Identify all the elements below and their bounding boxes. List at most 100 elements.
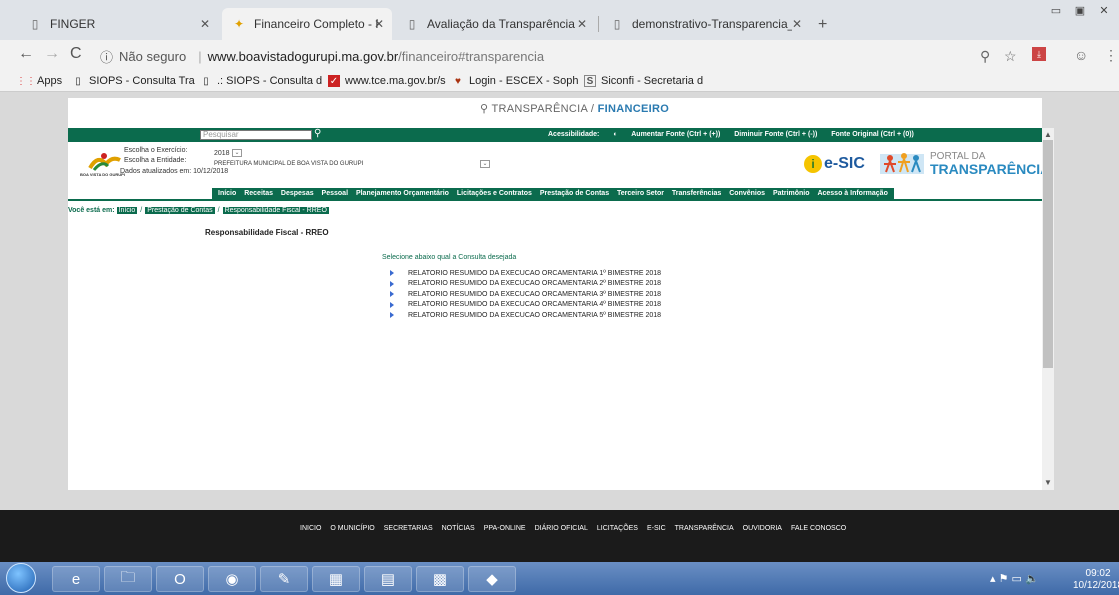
menu-item-patrimonio[interactable]: Patrimônio [773, 190, 810, 197]
footer-link-ppa[interactable]: PPA-ONLINE [484, 525, 526, 532]
list-item[interactable]: RELATORIO RESUMIDO DA EXECUCAO ORCAMENTA… [390, 268, 661, 279]
app-icon[interactable]: ◆ [468, 566, 516, 592]
report-link[interactable]: RELATORIO RESUMIDO DA EXECUCAO ORCAMENTA… [408, 270, 661, 277]
breadcrumb-item-prestacao[interactable]: Prestação de Contas [145, 207, 215, 214]
bookmark-apps[interactable]: ⋮⋮ Apps [16, 75, 62, 87]
accessibility-label: Acessibilidade: [548, 131, 600, 138]
list-item[interactable]: RELATORIO RESUMIDO DA EXECUCAO ORCAMENTA… [390, 300, 661, 311]
forward-arrow-icon[interactable]: → [44, 45, 60, 63]
folder-icon[interactable]: 🗀 [104, 566, 152, 592]
browser-tab-demonstrativo[interactable]: ▯ demonstrativo-Transparencia_Ex ✕ [600, 8, 810, 40]
bookmark-siops-1[interactable]: ▯ SIOPS - Consulta Tra [72, 75, 195, 87]
excel-icon[interactable]: ▦ [312, 566, 360, 592]
browser-tab-financeiro[interactable]: ✦ Financeiro Completo - Portal da ✕ [222, 8, 392, 40]
report-link[interactable]: RELATORIO RESUMIDO DA EXECUCAO ORCAMENTA… [408, 312, 661, 319]
scrollbar-thumb[interactable] [1043, 140, 1053, 368]
footer-link-fale-conosco[interactable]: FALE CONOSCO [791, 525, 846, 532]
breadcrumb-divider: / [140, 207, 143, 214]
menu-item-licitacoes[interactable]: Licitações e Contratos [457, 190, 532, 197]
menu-item-prestacao[interactable]: Prestação de Contas [540, 190, 609, 197]
close-icon[interactable]: ✕ [792, 17, 802, 31]
reload-icon[interactable]: C [70, 45, 82, 63]
menu-item-despesas[interactable]: Despesas [281, 190, 314, 197]
report-link[interactable]: RELATORIO RESUMIDO DA EXECUCAO ORCAMENTA… [408, 301, 661, 308]
breadcrumb-item-inicio[interactable]: Início [116, 207, 138, 214]
bookmark-tce[interactable]: ✓ www.tce.ma.gov.br/s [328, 75, 446, 87]
footer-link-licitacoes[interactable]: LICITAÇÕES [597, 525, 638, 532]
close-window-icon[interactable]: ✕ [1093, 0, 1115, 20]
back-arrow-icon[interactable]: ← [18, 45, 34, 63]
outlook-icon[interactable]: O [156, 566, 204, 592]
esic-logo[interactable]: i e-SIC [804, 155, 865, 173]
close-icon[interactable]: ✕ [577, 17, 587, 31]
calculator-icon[interactable]: ▩ [416, 566, 464, 592]
increase-font-link[interactable]: Aumentar Fonte (Ctrl + (+)) [631, 131, 720, 138]
bookmark-siconfi[interactable]: S Siconfi - Secretaria d [584, 75, 703, 87]
close-icon[interactable]: ✕ [374, 17, 384, 31]
network-icon[interactable]: ▭ [1012, 573, 1022, 585]
url-field[interactable]: ⓘ Não seguro | www.boavistadogurupi.ma.g… [100, 46, 920, 66]
word-icon[interactable]: ▤ [364, 566, 412, 592]
menu-item-planejamento[interactable]: Planejamento Orçamentário [356, 190, 449, 197]
breadcrumb-label: Você está em: [68, 207, 115, 214]
menu-item-transferencias[interactable]: Transferências [672, 190, 721, 197]
top-search-link[interactable]: ⚲ TRANSPARÊNCIA / FINANCEIRO [480, 102, 669, 115]
footer-link-inicio[interactable]: INICIO [300, 525, 321, 532]
footer-link-transparencia[interactable]: TRANSPARÊNCIA [675, 525, 734, 532]
breadcrumb-item-rreo[interactable]: Responsabilidade Fiscal - RREO [222, 207, 329, 214]
browser-tab-avaliacao[interactable]: ▯ Avaliação da Transparência dos ✕ [395, 8, 595, 40]
decrease-font-link[interactable]: Diminuir Fonte (Ctrl + (-)) [734, 131, 817, 138]
volume-icon[interactable]: 🔈 [1025, 573, 1039, 585]
close-icon[interactable]: ✕ [200, 17, 210, 31]
footer-link-diario[interactable]: DIÁRIO OFICIAL [535, 525, 588, 532]
menu-dots-icon[interactable]: ⋮ [1104, 47, 1118, 64]
paint-icon[interactable]: ✎ [260, 566, 308, 592]
extension-icon[interactable]: ☺ [1074, 47, 1088, 63]
flag-icon[interactable]: ⚑ [999, 573, 1009, 585]
tce-icon: ✓ [328, 75, 340, 87]
new-tab-button[interactable]: + [818, 16, 827, 34]
star-icon[interactable]: ☆ [1004, 48, 1017, 65]
bookmark-siops-2[interactable]: ▯ .: SIOPS - Consulta d [200, 75, 322, 87]
footer-link-esic[interactable]: E-SIC [647, 525, 666, 532]
chevron-up-icon[interactable]: ▴ [990, 573, 996, 585]
report-link[interactable]: RELATORIO RESUMIDO DA EXECUCAO ORCAMENTA… [408, 280, 661, 287]
browser-tab-finger[interactable]: ▯ FINGER ✕ [18, 8, 218, 40]
exercicio-dropdown[interactable]: ⌄ [232, 149, 242, 157]
list-item[interactable]: RELATORIO RESUMIDO DA EXECUCAO ORCAMENTA… [390, 289, 661, 300]
menu-item-terceiro-setor[interactable]: Terceiro Setor [617, 190, 664, 197]
arrow-right-icon [390, 270, 394, 277]
menu-item-inicio[interactable]: Início [218, 190, 236, 197]
entidade-dropdown[interactable]: ⌄ [480, 160, 490, 168]
breadcrumb-divider: / [217, 207, 220, 214]
site-search-input[interactable]: Pesquisar [200, 130, 312, 140]
original-font-link[interactable]: Fonte Original (Ctrl + (0)) [831, 131, 914, 138]
zoom-icon[interactable]: ⚲ [980, 48, 990, 65]
contrast-icon[interactable]: ◐ [613, 131, 617, 138]
site-search-icon[interactable]: ⚲ [314, 128, 321, 139]
maximize-icon[interactable]: ▣ [1069, 0, 1091, 20]
list-item[interactable]: RELATORIO RESUMIDO DA EXECUCAO ORCAMENTA… [390, 310, 661, 321]
report-link[interactable]: RELATORIO RESUMIDO DA EXECUCAO ORCAMENTA… [408, 291, 661, 298]
chrome-icon[interactable]: ◉ [208, 566, 256, 592]
scroll-up-icon[interactable]: ▲ [1044, 130, 1052, 139]
bookmark-escex[interactable]: ♥ Login - ESCEX - Soph [452, 75, 578, 87]
footer-link-municipio[interactable]: O MUNICÍPIO [330, 525, 374, 532]
menu-item-acesso[interactable]: Acesso à Informação [817, 190, 887, 197]
clock[interactable]: 09:02 10/12/2018 [1073, 568, 1119, 592]
menu-item-pessoal[interactable]: Pessoal [322, 190, 348, 197]
start-button[interactable] [6, 563, 36, 593]
extension-pdf-icon[interactable]: ⤓ [1032, 47, 1046, 61]
scroll-down-icon[interactable]: ▼ [1044, 478, 1052, 487]
info-icon[interactable]: ⓘ [100, 47, 113, 66]
footer-link-noticias[interactable]: NOTÍCIAS [442, 525, 475, 532]
portal-line2: TRANSPARÊNCIA [930, 161, 1051, 177]
list-item[interactable]: RELATORIO RESUMIDO DA EXECUCAO ORCAMENTA… [390, 279, 661, 290]
menu-item-convenios[interactable]: Convênios [729, 190, 765, 197]
ie-icon[interactable]: e [52, 566, 100, 592]
minimize-icon[interactable]: ▭ [1045, 0, 1067, 20]
menu-item-receitas[interactable]: Receitas [244, 190, 273, 197]
portal-transparencia-logo[interactable]: PORTAL DA TRANSPARÊNCIA [880, 150, 1050, 178]
footer-link-ouvidoria[interactable]: OUVIDORIA [743, 525, 782, 532]
footer-link-secretarias[interactable]: SECRETARIAS [384, 525, 433, 532]
